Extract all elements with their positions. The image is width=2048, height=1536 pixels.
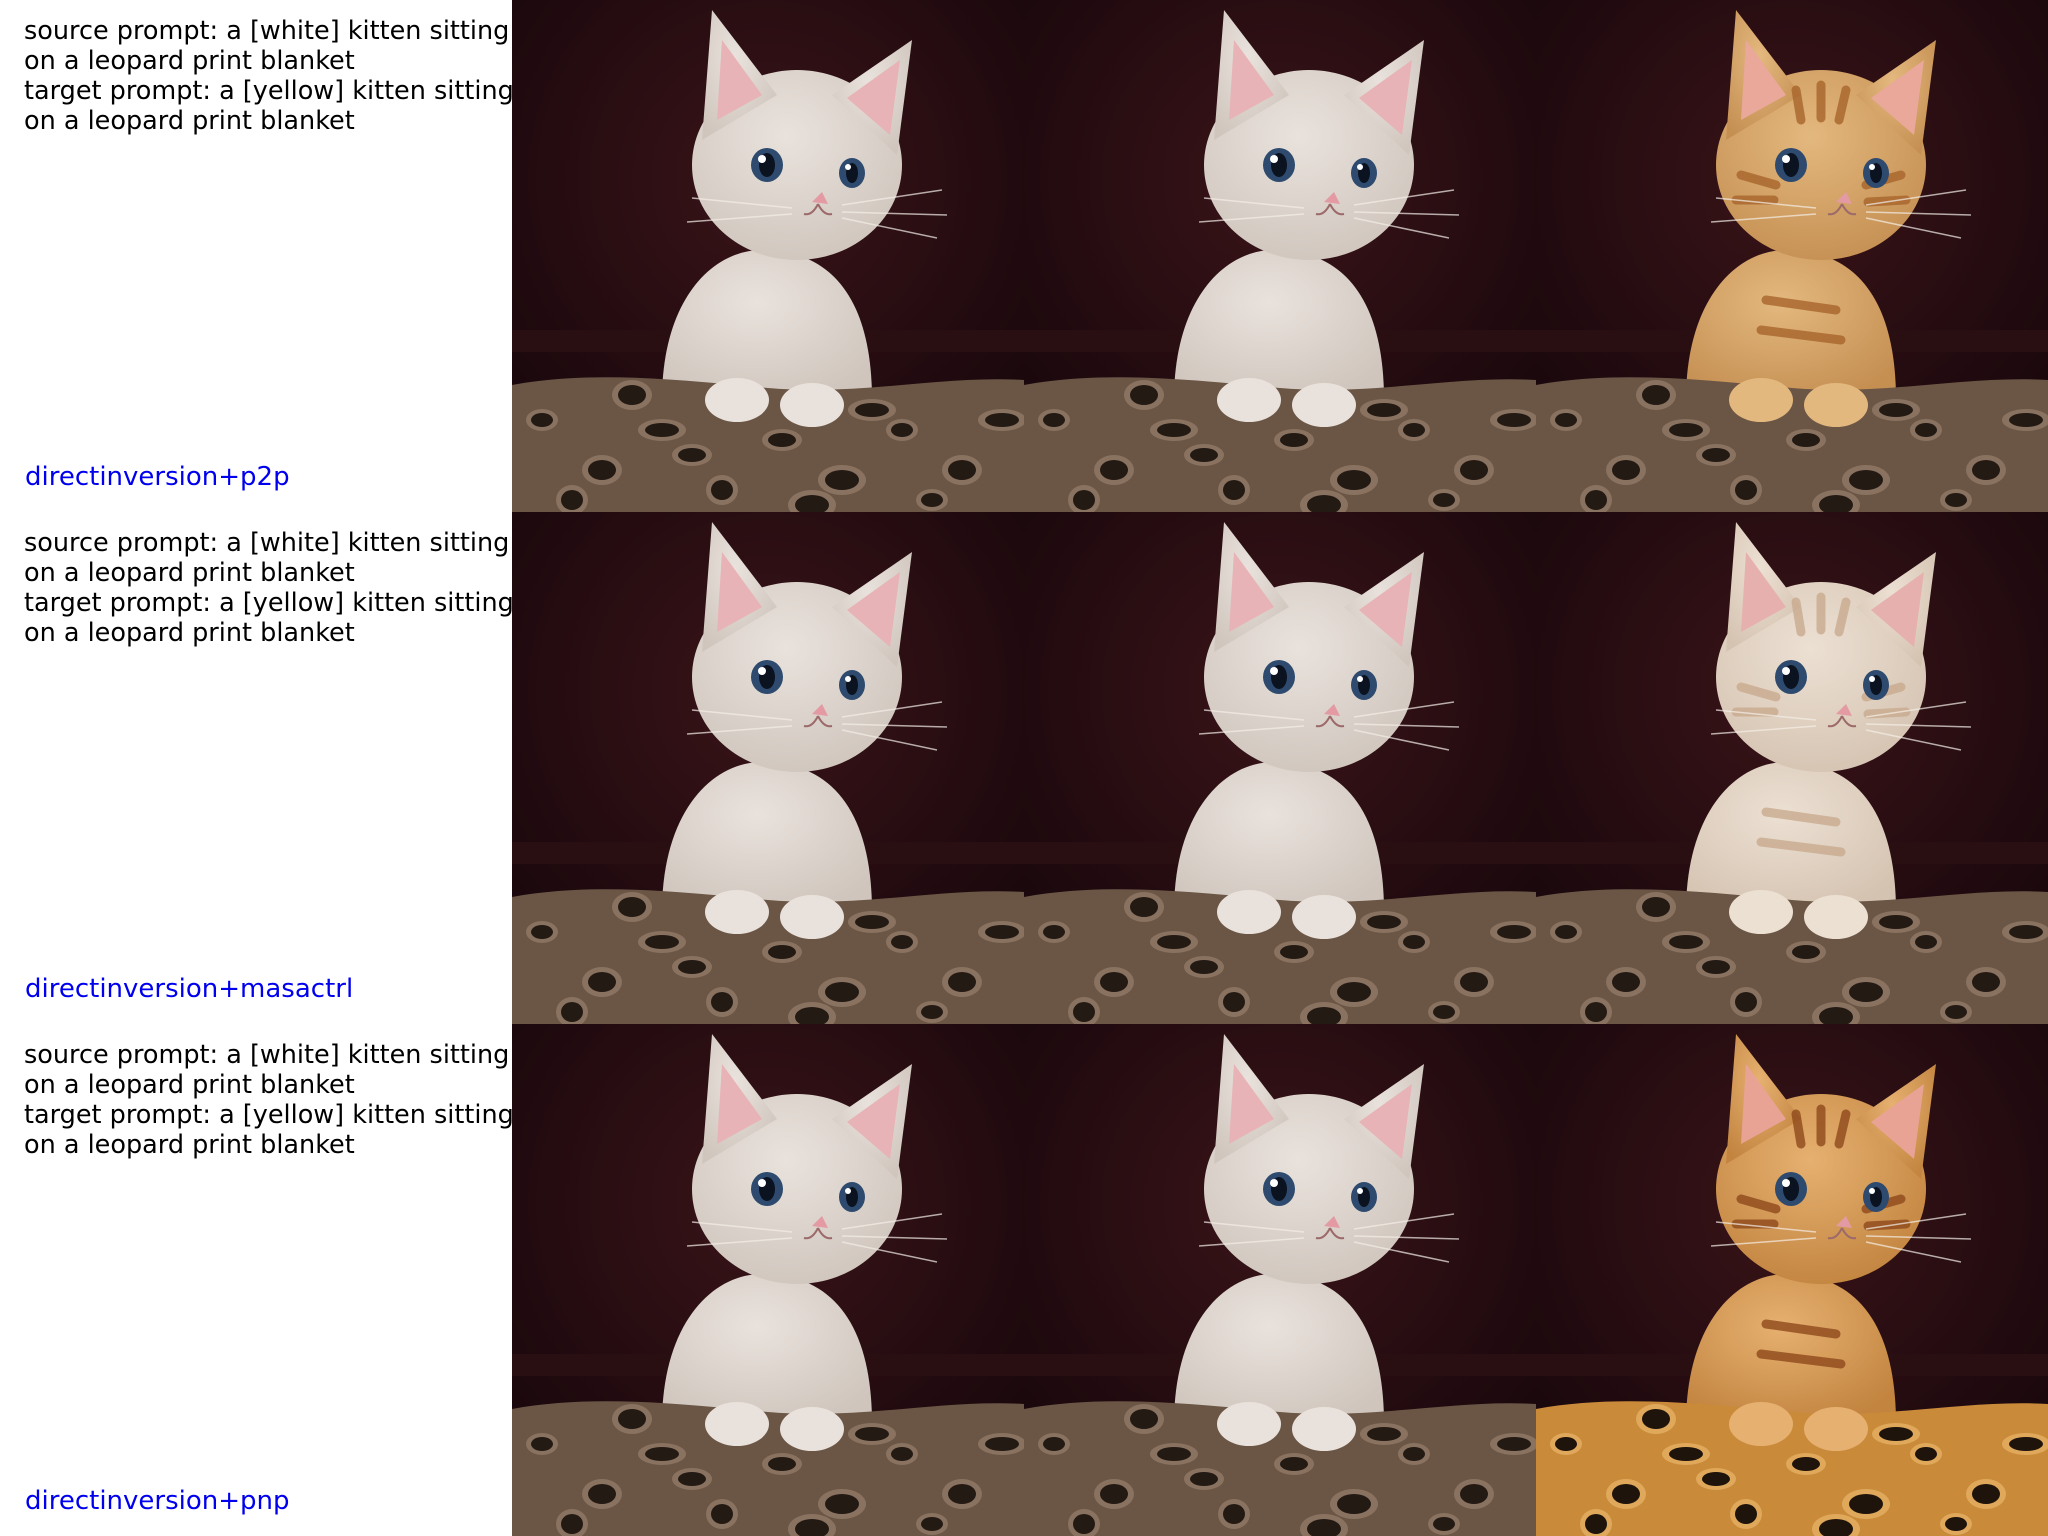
edited-kitten-image [1536, 512, 2048, 1024]
comparison-grid: source prompt: a [white] kitten sitting … [0, 0, 2048, 1536]
row-label-cell: source prompt: a [white] kitten sitting … [0, 512, 514, 1024]
prompt-text: source prompt: a [white] kitten sitting … [24, 16, 514, 136]
prompt-text: source prompt: a [white] kitten sitting … [24, 528, 514, 648]
edited-kitten-image [1536, 1024, 2048, 1536]
source-prompt-line-1: source prompt: a [white] kitten sitting [24, 1040, 510, 1070]
reconstructed-kitten-image [1024, 0, 1536, 512]
row-label-cell: source prompt: a [white] kitten sitting … [0, 1024, 514, 1536]
method-row-p2p: source prompt: a [white] kitten sitting … [0, 0, 2048, 512]
target-prompt-line-1: target prompt: a [yellow] kitten sitting [24, 76, 514, 106]
method-label: directinversion+p2p [25, 462, 290, 492]
target-prompt-line-1: target prompt: a [yellow] kitten sitting [24, 1100, 514, 1130]
source-prompt-line-2: on a leopard print blanket [24, 558, 355, 588]
source-kitten-image [512, 512, 1024, 1024]
reconstructed-kitten-image [1024, 512, 1536, 1024]
source-prompt-line-1: source prompt: a [white] kitten sitting [24, 528, 510, 558]
method-label: directinversion+pnp [25, 1486, 290, 1516]
source-prompt-line-1: source prompt: a [white] kitten sitting [24, 16, 510, 46]
method-row-pnp: source prompt: a [white] kitten sitting … [0, 1024, 2048, 1536]
row-label-cell: source prompt: a [white] kitten sitting … [0, 0, 514, 512]
target-prompt-line-2: on a leopard print blanket [24, 618, 355, 648]
target-prompt-line-2: on a leopard print blanket [24, 1130, 355, 1160]
target-prompt-line-2: on a leopard print blanket [24, 106, 355, 136]
reconstructed-kitten-image [1024, 1024, 1536, 1536]
source-prompt-line-2: on a leopard print blanket [24, 46, 355, 76]
source-kitten-image [512, 1024, 1024, 1536]
method-row-masactrl: source prompt: a [white] kitten sitting … [0, 512, 2048, 1024]
prompt-text: source prompt: a [white] kitten sitting … [24, 1040, 514, 1160]
edited-kitten-image [1536, 0, 2048, 512]
source-prompt-line-2: on a leopard print blanket [24, 1070, 355, 1100]
target-prompt-line-1: target prompt: a [yellow] kitten sitting [24, 588, 514, 618]
method-label: directinversion+masactrl [25, 974, 354, 1004]
source-kitten-image [512, 0, 1024, 512]
